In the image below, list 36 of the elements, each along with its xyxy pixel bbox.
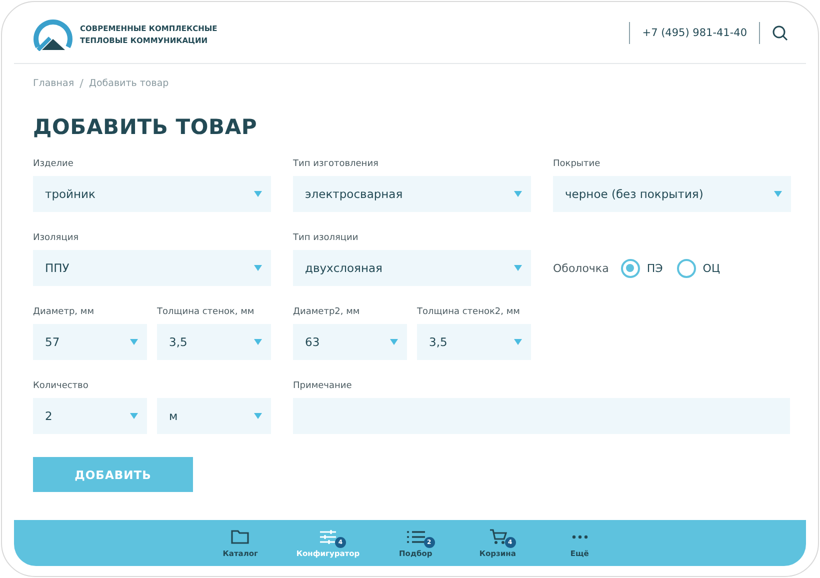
folder-icon (231, 530, 250, 544)
field-label: Примечание (293, 381, 353, 393)
page-title: ДОБАВИТЬ ТОВАР (33, 115, 258, 139)
field-label: Изделие (33, 159, 74, 171)
select-field[interactable]: тройник (33, 176, 271, 212)
field-label: Диаметр, мм (33, 307, 95, 319)
field-label: Покрытие (553, 159, 602, 171)
select-field[interactable]: м (157, 398, 271, 434)
field-label: Тип изготовления (293, 159, 380, 171)
select-field[interactable]: 2 (33, 398, 147, 434)
field-label: Оболочка (553, 262, 609, 274)
cart-icon (488, 528, 507, 544)
field-label: Диаметр2, мм (293, 307, 361, 319)
field-label: Изоляция (33, 233, 80, 245)
radio-button[interactable] (676, 258, 696, 278)
select-field[interactable]: 3,5 (157, 324, 271, 360)
radio-label: ПЭ (646, 262, 663, 274)
search-icon[interactable] (772, 24, 788, 40)
select-field[interactable]: 57 (33, 324, 147, 360)
select-field[interactable]: черное (без покрытия) (553, 176, 791, 212)
field-label: Количество (33, 381, 90, 393)
field-label: Толщина стенок, мм (157, 307, 256, 319)
list-icon (406, 530, 426, 544)
sliders-icon (319, 530, 337, 544)
select-field[interactable]: ППУ (33, 250, 271, 286)
radio-label: ОЦ (702, 262, 720, 274)
field-label: Тип изоляции (293, 233, 360, 245)
phone-link[interactable]: +7 (495) 981-41-40 (642, 26, 747, 38)
radio-button[interactable] (620, 258, 640, 278)
logo-icon (32, 18, 74, 50)
select-field[interactable]: 3,5 (417, 324, 531, 360)
field-label: Толщина стенок2, мм (417, 307, 521, 319)
select-field[interactable]: электросварная (293, 176, 531, 212)
select-field[interactable]: двухслояная (293, 250, 531, 286)
select-field[interactable]: 63 (293, 324, 407, 360)
more-icon (570, 534, 589, 538)
